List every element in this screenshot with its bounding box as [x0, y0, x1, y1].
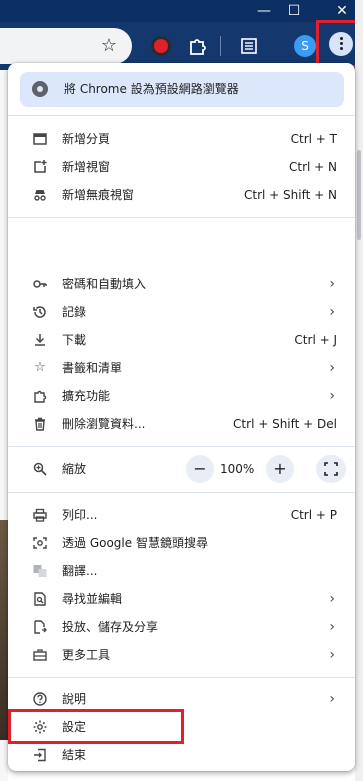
- kebab-menu-button[interactable]: [329, 32, 353, 56]
- menu-item-label: 投放、儲存及分享: [62, 620, 159, 634]
- chevron-right-icon: ›: [329, 619, 335, 635]
- lens-icon: [32, 535, 48, 551]
- exit-icon: [32, 747, 48, 763]
- chevron-right-icon: ›: [329, 647, 335, 663]
- menu-divider: [8, 115, 355, 116]
- find-icon: [32, 591, 48, 607]
- scrollbar-thumb[interactable]: [357, 150, 361, 240]
- zoom-icon: [32, 461, 48, 477]
- settings-highlight-box: [8, 709, 184, 744]
- menu-item-cast-save-share[interactable]: 投放、儲存及分享 ›: [8, 613, 355, 641]
- toolbox-icon: [32, 647, 48, 663]
- menu-item-passwords-autofill[interactable]: 密碼和自動填入 ›: [8, 270, 355, 298]
- menu-item-history[interactable]: 記錄 ›: [8, 298, 355, 326]
- menu-item-shortcut: Ctrl + P: [290, 508, 337, 522]
- menu-item-label: 下載: [62, 333, 87, 347]
- zoom-value: 100%: [220, 462, 255, 476]
- chevron-right-icon: ›: [329, 276, 335, 292]
- puzzle-icon: [32, 388, 48, 404]
- profile-extension-icon[interactable]: S: [292, 33, 318, 59]
- menu-item-shortcut: Ctrl + T: [290, 132, 337, 146]
- menu-item-label: 擴充功能: [62, 389, 111, 403]
- print-icon: [32, 507, 48, 523]
- fullscreen-icon: [324, 462, 338, 476]
- share-file-icon: [32, 619, 48, 635]
- menu-item-label: 列印...: [62, 508, 98, 522]
- chevron-right-icon: ›: [329, 360, 335, 376]
- menu-item-exit[interactable]: 結束: [8, 741, 355, 769]
- menu-item-downloads[interactable]: 下載 Ctrl + J: [8, 326, 355, 354]
- menu-item-label: 新增視窗: [62, 160, 111, 174]
- toolbar-divider: [220, 36, 221, 56]
- reading-list-icon[interactable]: [236, 33, 262, 59]
- chrome-logo-icon: [32, 81, 48, 97]
- menu-item-label: 書籤和清單: [62, 361, 123, 375]
- menu-item-label: 翻譯...: [62, 564, 98, 578]
- key-icon: [32, 276, 48, 292]
- help-icon: [32, 691, 48, 707]
- new-tab-icon: [32, 131, 48, 147]
- menu-item-label: 記錄: [62, 305, 87, 319]
- translate-icon: [32, 563, 48, 579]
- menu-item-bookmarks-lists[interactable]: ☆ 書籤和清單 ›: [8, 354, 355, 382]
- chevron-right-icon: ›: [329, 691, 335, 707]
- menu-divider: [8, 217, 355, 218]
- menu-item-label: 刪除瀏覽資料...: [62, 417, 146, 431]
- history-icon: [32, 304, 48, 320]
- menu-item-shortcut: Ctrl + N: [288, 160, 337, 174]
- trash-icon: [32, 416, 48, 432]
- menu-item-translate[interactable]: 翻譯...: [8, 557, 355, 585]
- new-window-icon: [32, 159, 48, 175]
- title-bar: — ☐ ✕: [0, 0, 363, 22]
- menu-item-extensions[interactable]: 擴充功能 ›: [8, 382, 355, 410]
- menu-divider: [8, 446, 355, 447]
- zoom-row: 縮放 − 100% +: [8, 455, 355, 483]
- extensions-puzzle-icon[interactable]: [184, 33, 210, 59]
- maximize-button[interactable]: ☐: [274, 0, 314, 22]
- menu-item-new-window[interactable]: 新增視窗 Ctrl + N: [8, 153, 355, 181]
- chevron-right-icon: ›: [329, 304, 335, 320]
- zoom-in-button[interactable]: +: [266, 455, 294, 483]
- menu-item-label: 尋找並編輯: [62, 592, 123, 606]
- banner-label: 將 Chrome 設為預設網路瀏覽器: [64, 82, 239, 96]
- menu-item-label: 新增無痕視窗: [62, 188, 135, 202]
- chevron-right-icon: ›: [329, 388, 335, 404]
- menu-item-google-lens[interactable]: 透過 Google 智慧鏡頭搜尋: [8, 529, 355, 557]
- menu-item-new-incognito-window[interactable]: 新增無痕視窗 Ctrl + Shift + N: [8, 181, 355, 209]
- zoom-label: 縮放: [62, 462, 87, 476]
- page-scroll-track: [355, 0, 363, 781]
- menu-item-shortcut: Ctrl + Shift + Del: [233, 417, 337, 431]
- incognito-icon: [32, 187, 48, 203]
- fullscreen-button[interactable]: [316, 455, 346, 483]
- menu-item-find-edit[interactable]: 尋找並編輯 ›: [8, 585, 355, 613]
- menu-item-shortcut: Ctrl + J: [294, 333, 337, 347]
- menu-item-label: 透過 Google 智慧鏡頭搜尋: [62, 536, 208, 550]
- menu-item-label: 更多工具: [62, 648, 111, 662]
- menu-item-print[interactable]: 列印... Ctrl + P: [8, 501, 355, 529]
- menu-item-more-tools[interactable]: 更多工具 ›: [8, 641, 355, 669]
- chevron-right-icon: ›: [329, 591, 335, 607]
- record-extension-icon[interactable]: [148, 33, 174, 59]
- menu-item-clear-browsing-data[interactable]: 刪除瀏覽資料... Ctrl + Shift + Del: [8, 410, 355, 438]
- chrome-main-menu: 將 Chrome 設為預設網路瀏覽器 新增分頁 Ctrl + T 新增視窗 Ct…: [8, 63, 355, 771]
- set-default-browser-banner[interactable]: 將 Chrome 設為預設網路瀏覽器: [20, 72, 344, 107]
- star-icon[interactable]: ☆: [98, 35, 120, 57]
- download-icon: [32, 332, 48, 348]
- menu-item-label: 新增分頁: [62, 132, 111, 146]
- bookmark-star-icon: ☆: [34, 360, 46, 375]
- menu-divider: [8, 677, 355, 678]
- menu-item-new-tab[interactable]: 新增分頁 Ctrl + T: [8, 125, 355, 153]
- zoom-out-button[interactable]: −: [186, 455, 214, 483]
- menu-divider: [8, 492, 355, 493]
- menu-item-label: 密碼和自動填入: [62, 277, 147, 291]
- menu-item-label: 結束: [62, 748, 87, 762]
- menu-item-shortcut: Ctrl + Shift + N: [244, 188, 337, 202]
